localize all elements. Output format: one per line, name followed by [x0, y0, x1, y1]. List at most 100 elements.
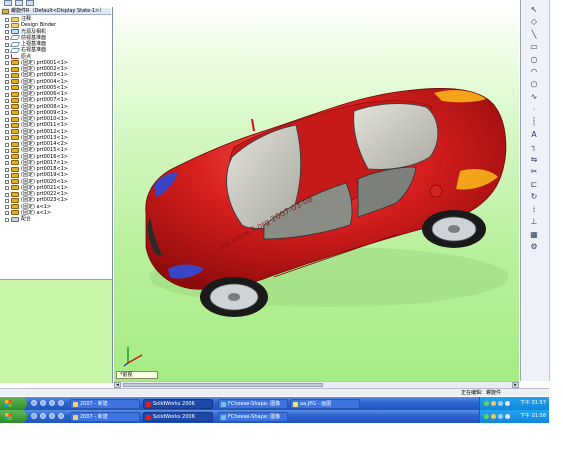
fillet-icon[interactable]: ╮ — [528, 142, 540, 152]
expand-toggle-icon[interactable] — [5, 86, 9, 91]
media-player-icon[interactable] — [40, 413, 46, 419]
network-icon[interactable] — [484, 414, 489, 419]
im-icon[interactable] — [498, 401, 503, 406]
ie-icon[interactable] — [31, 413, 37, 419]
tree-item[interactable]: 配合 — [0, 216, 112, 222]
taskbar-button[interactable]: SolidWorks 2006 — [143, 398, 213, 409]
expand-toggle-icon[interactable] — [5, 42, 9, 47]
expand-toggle-icon[interactable] — [5, 111, 9, 116]
expand-toggle-icon[interactable] — [5, 123, 9, 128]
taskbar-button[interactable]: 2007 - 新建 — [70, 411, 140, 422]
expand-toggle-icon[interactable] — [5, 67, 9, 72]
clock[interactable]: 下午 01:58 — [520, 410, 546, 423]
expand-toggle-icon[interactable] — [5, 117, 9, 122]
property-manager-tab-icon[interactable] — [15, 0, 23, 6]
polygon-icon[interactable]: ⬠ — [528, 79, 540, 89]
annotations-folder-icon — [11, 16, 19, 22]
clock[interactable]: 下午 01:57 — [520, 397, 546, 410]
smart-dimension-icon[interactable]: ◇ — [528, 17, 540, 27]
expand-toggle-icon[interactable] — [5, 61, 9, 66]
view-orientation-label[interactable]: *前视 — [116, 371, 158, 379]
expand-toggle-icon[interactable] — [5, 142, 9, 147]
expand-toggle-icon[interactable] — [5, 186, 9, 191]
im-icon[interactable] — [498, 414, 503, 419]
horizontal-scrollbar[interactable]: ◂ ▸ — [114, 381, 519, 388]
expand-toggle-icon[interactable] — [5, 73, 9, 78]
expand-toggle-icon[interactable] — [5, 180, 9, 184]
point-icon[interactable]: · — [528, 104, 540, 114]
trim-icon[interactable]: ✂ — [528, 167, 540, 177]
expand-toggle-icon[interactable] — [5, 36, 9, 41]
expand-toggle-icon[interactable] — [5, 80, 9, 84]
expand-toggle-icon[interactable] — [5, 198, 9, 203]
expand-toggle-icon[interactable] — [5, 92, 9, 97]
volume-icon[interactable] — [491, 401, 496, 406]
text-icon[interactable]: A — [528, 129, 540, 139]
explorer-icon[interactable] — [58, 400, 64, 406]
expand-toggle-icon[interactable] — [5, 30, 9, 34]
grid-icon[interactable]: ▦ — [528, 229, 540, 239]
expand-toggle-icon[interactable] — [5, 161, 9, 166]
start-button[interactable] — [0, 397, 27, 410]
expand-toggle-icon[interactable] — [5, 148, 9, 153]
expand-toggle-icon[interactable] — [5, 136, 9, 141]
security-icon[interactable] — [505, 414, 510, 419]
configuration-manager-tab-icon[interactable] — [26, 0, 34, 6]
circle-icon[interactable]: ○ — [528, 54, 540, 64]
expand-toggle-icon[interactable] — [5, 23, 9, 28]
start-button[interactable] — [0, 410, 27, 423]
centerline-icon[interactable]: ┆ — [528, 117, 540, 127]
part-icon — [11, 85, 19, 91]
desktop-icon[interactable] — [49, 400, 55, 406]
expand-toggle-icon[interactable] — [5, 211, 9, 216]
taskbar-button[interactable]: 2007 - 新建 — [70, 398, 140, 409]
expand-toggle-icon[interactable] — [5, 48, 9, 53]
expand-toggle-icon[interactable] — [5, 192, 9, 197]
desktop-icon[interactable] — [49, 413, 55, 419]
expand-toggle-icon[interactable] — [5, 130, 9, 134]
media-player-icon[interactable] — [40, 400, 46, 406]
taskbar-button[interactable]: SolidWorks 2006 — [143, 411, 213, 422]
mirror-icon[interactable]: ⇋ — [528, 154, 540, 164]
tree-root-assembly[interactable]: 螺旋件R（Default<Display State-1>） — [1, 8, 111, 15]
line-icon[interactable]: ╲ — [528, 29, 540, 39]
expand-toggle-icon[interactable] — [5, 17, 9, 22]
volume-icon[interactable] — [491, 414, 496, 419]
arc-icon[interactable]: ◠ — [528, 67, 540, 77]
pattern-icon[interactable]: ⁞ — [528, 204, 540, 214]
expand-toggle-icon[interactable] — [5, 155, 9, 159]
security-icon[interactable] — [505, 401, 510, 406]
explorer-icon[interactable] — [58, 413, 64, 419]
pointer-icon[interactable]: ↖ — [528, 4, 540, 14]
expand-toggle-icon[interactable] — [5, 217, 9, 222]
spline-icon[interactable]: ∿ — [528, 92, 540, 102]
taskbar-1: 2007 - 新建 SolidWorks 2006 FCheese-Shape: 图… — [0, 397, 549, 410]
taskbar-button[interactable]: FCheese-Shape: 图像 — [218, 411, 288, 422]
taskbar-2: 2007 - 新建 SolidWorks 2006 FCheese-Shape: 图… — [0, 410, 549, 423]
network-icon[interactable] — [484, 401, 489, 406]
feature-manager-tab-icon[interactable] — [4, 0, 12, 6]
convert-icon[interactable]: ↻ — [528, 192, 540, 202]
settings-icon[interactable]: ⚙ — [528, 242, 540, 252]
tree-item-label: 右视基准面 — [21, 47, 47, 54]
expand-toggle-icon[interactable] — [5, 98, 9, 103]
tree-item-label: (固定) prt0005<1> — [21, 84, 68, 91]
taskbar-button[interactable]: aa.JPG - 画图 — [290, 398, 360, 409]
expand-toggle-icon[interactable] — [5, 173, 9, 178]
graphics-viewport[interactable]: by www.3.org 2007-03-08 *前视 — [114, 7, 519, 381]
rectangle-icon[interactable]: ▭ — [528, 42, 540, 52]
ie-icon[interactable] — [31, 400, 37, 406]
part-icon — [11, 191, 19, 197]
expand-toggle-icon[interactable] — [5, 55, 9, 59]
part-icon — [11, 179, 19, 185]
expand-toggle-icon[interactable] — [5, 105, 9, 109]
scroll-thumb[interactable] — [123, 382, 323, 387]
taskbar-button[interactable]: FCheese-Shape: 图像 — [218, 398, 288, 409]
taskbar-button-label: SolidWorks 2006 — [153, 413, 195, 420]
expand-toggle-icon[interactable] — [5, 167, 9, 172]
relation-icon[interactable]: ⊥ — [528, 217, 540, 227]
offset-icon[interactable]: ⊏ — [528, 179, 540, 189]
car-model[interactable]: by www.3.org 2007-03-08 — [114, 7, 519, 381]
expand-toggle-icon[interactable] — [5, 205, 9, 209]
tree-item-label: (固定) a<1> — [21, 203, 52, 210]
